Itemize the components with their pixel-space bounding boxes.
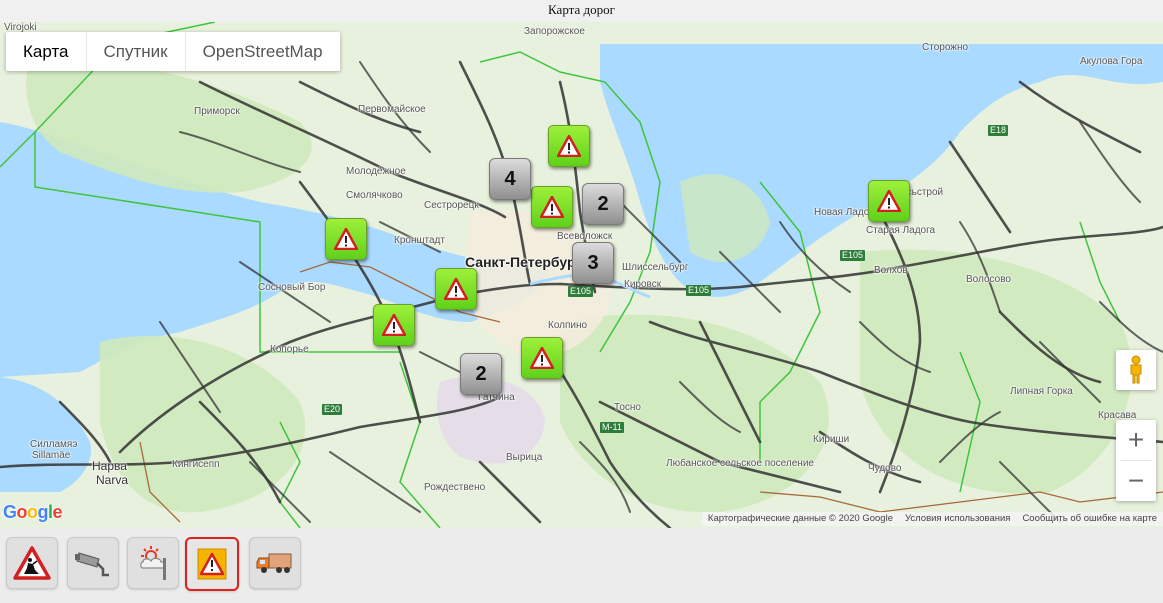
- road-shield: E105: [840, 250, 866, 261]
- city-label-shlisselburg: Шлиссельбург: [622, 262, 689, 273]
- city-label-akulova-gora: Акулова Гора: [1080, 56, 1143, 67]
- warning-icon: [197, 548, 227, 580]
- warning-marker[interactable]: [548, 125, 590, 167]
- city-label-volosovo: Волосово: [966, 274, 1011, 285]
- zoom-control: + −: [1116, 420, 1156, 501]
- warning-marker[interactable]: [325, 218, 367, 260]
- map-type-satellite-button[interactable]: Спутник: [87, 32, 186, 71]
- attribution-data[interactable]: Картографические данные © 2020 Google: [702, 512, 899, 526]
- warning-marker[interactable]: [435, 268, 477, 310]
- incident-cluster[interactable]: 3: [572, 242, 614, 284]
- camera-button[interactable]: [67, 537, 119, 589]
- warning-icon: [382, 314, 406, 336]
- camera-icon: [75, 552, 109, 577]
- warning-marker[interactable]: [868, 180, 910, 222]
- incident-cluster[interactable]: 2: [582, 183, 624, 225]
- city-label-chudovo: Чудово: [868, 463, 902, 474]
- warning-icon: [877, 190, 901, 212]
- truck-icon: [256, 553, 292, 573]
- incident-cluster[interactable]: 4: [489, 158, 531, 200]
- warning-icon: [444, 278, 468, 300]
- city-label-spb: Санкт-Петербург: [465, 254, 582, 270]
- city-label-kirishi: Кириши: [813, 434, 850, 445]
- road-shield: M-11: [600, 422, 624, 433]
- city-label-tosno: Тосно: [614, 402, 641, 413]
- city-label-narva: Нарва: [92, 459, 127, 473]
- city-label-molodezhnoe: Молодёжное: [346, 166, 406, 177]
- city-label-lyubanskoe: Любанское сельское поселение: [666, 458, 814, 469]
- city-label-zaporozhskoe: Запорожское: [524, 26, 585, 37]
- city-label-sillamae-lat: Sillamäe: [32, 450, 71, 461]
- warning-marker[interactable]: [373, 304, 415, 346]
- weather-station-button[interactable]: [127, 537, 179, 589]
- road-shield: E105: [686, 285, 712, 296]
- city-label-smolyachkovo: Смолячково: [346, 190, 403, 201]
- roadworks-icon: [13, 546, 51, 580]
- city-label-koporye: Копорье: [270, 344, 309, 355]
- city-label-sosnovy-bor: Сосновый Бор: [258, 282, 326, 293]
- city-label-volkhov: Волхов: [874, 265, 908, 276]
- city-label-rozhdestveno: Рождествено: [424, 482, 486, 493]
- city-label-storozhno: Сторожно: [922, 42, 969, 53]
- warning-marker[interactable]: [521, 337, 563, 379]
- city-label-vsevolozhsk: Всеволожск: [557, 231, 613, 242]
- weather-station-icon: [140, 546, 166, 580]
- road-machinery-button[interactable]: [249, 537, 301, 589]
- map-view[interactable]: Санкт-Петербург Сестрорецк Кронштадт Кол…: [0, 22, 1163, 528]
- road-shield: E105: [568, 286, 594, 297]
- window-title: Карта дорог: [0, 0, 1163, 23]
- incident-cluster[interactable]: 2: [460, 353, 502, 395]
- city-label-staraya-ladoga: Старая Ладога: [866, 225, 936, 236]
- attribution-terms-link[interactable]: Условия использования: [899, 512, 1016, 526]
- warning-icon: [540, 196, 564, 218]
- road-shield: E20: [322, 404, 343, 415]
- attribution-report-link[interactable]: Сообщить об ошибке на карте: [1016, 512, 1163, 526]
- map-type-osm-button[interactable]: OpenStreetMap: [186, 32, 340, 71]
- map-attribution: Картографические данные © 2020 Google Ус…: [701, 512, 1163, 526]
- map-type-map-button[interactable]: Карта: [6, 32, 87, 71]
- city-label-sillamae: Силламяэ: [30, 439, 78, 450]
- city-label-lipnaya-gorka: Липная Горка: [1010, 386, 1073, 397]
- warning-icon: [557, 135, 581, 157]
- roadworks-button[interactable]: [6, 537, 58, 589]
- city-label-primorsk: Приморск: [194, 106, 240, 117]
- zoom-out-button[interactable]: −: [1116, 461, 1156, 501]
- warning-marker[interactable]: [531, 186, 573, 228]
- warning-icon: [530, 347, 554, 369]
- zoom-in-button[interactable]: +: [1116, 420, 1156, 460]
- pegman-icon: [1130, 355, 1142, 384]
- city-label-sestroretsk: Сестрорецк: [424, 200, 479, 211]
- map-type-control: Карта Спутник OpenStreetMap: [6, 32, 340, 71]
- city-label-kronshtadt: Кронштадт: [394, 235, 445, 246]
- city-label-kirovsk: Кировск: [624, 279, 662, 290]
- city-label-kolpino: Колпино: [548, 320, 588, 331]
- layer-toolbar: [0, 528, 1163, 603]
- incidents-button[interactable]: [185, 537, 239, 591]
- google-logo[interactable]: Google: [3, 502, 63, 523]
- road-shield: E18: [988, 125, 1009, 136]
- city-label-vyritsa: Вырица: [506, 452, 543, 463]
- city-label-narva-lat: Narva: [96, 473, 129, 487]
- street-view-pegman-button[interactable]: [1116, 350, 1156, 390]
- city-label-kingisepp: Кингисепп: [172, 459, 220, 470]
- city-label-pervomayskoe: Первомайское: [358, 104, 426, 115]
- warning-icon: [334, 228, 358, 250]
